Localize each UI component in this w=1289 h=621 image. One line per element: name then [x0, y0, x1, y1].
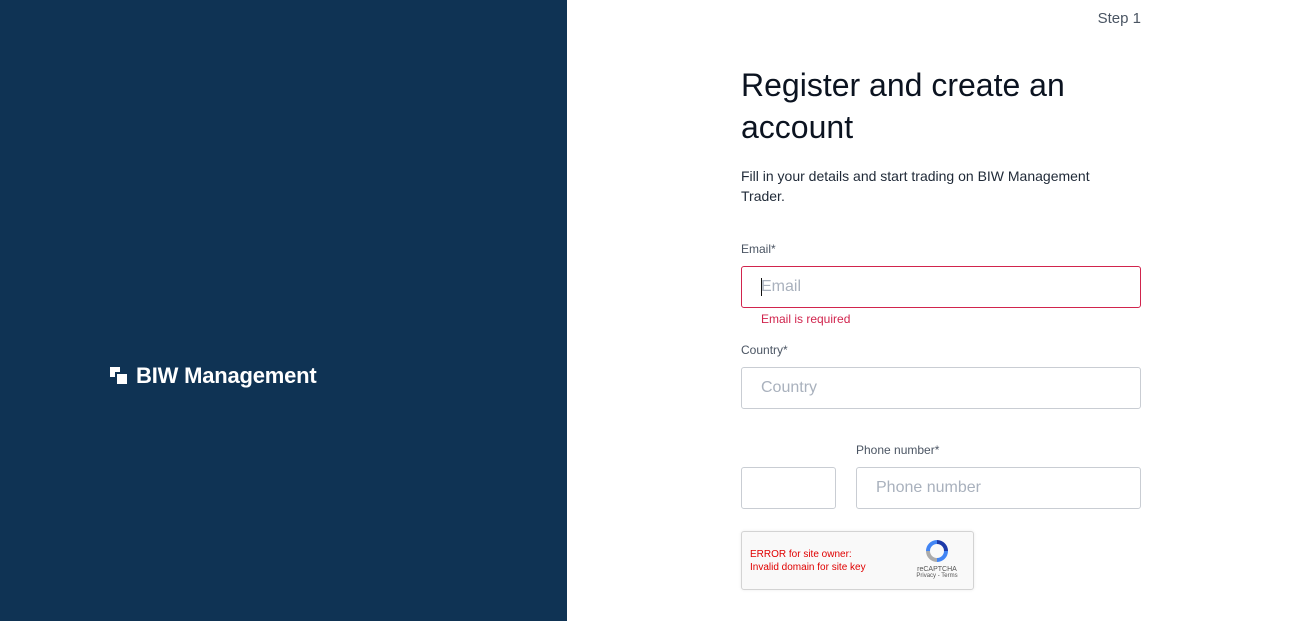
country-label-text: Country	[741, 343, 784, 357]
email-label-text: Email	[741, 242, 772, 256]
recaptcha-error-line1: ERROR for site owner:	[750, 549, 852, 560]
phone-country-code-input[interactable]	[741, 467, 836, 509]
phone-number-input[interactable]	[856, 467, 1141, 509]
phone-required-mark: *	[934, 443, 940, 457]
email-label: Email*	[741, 242, 776, 256]
brand-name: BIW Management	[136, 363, 317, 388]
recaptcha-widget[interactable]: ERROR for site owner: Invalid domain for…	[741, 531, 974, 590]
recaptcha-icon	[926, 540, 948, 562]
recaptcha-error: ERROR for site owner: Invalid domain for…	[750, 548, 866, 574]
email-required-mark: *	[771, 242, 776, 256]
recaptcha-logo: reCAPTCHA Privacy - Terms	[910, 538, 964, 579]
brand-logo-icon	[110, 367, 128, 385]
brand-panel: BIW Management	[0, 0, 567, 621]
recaptcha-error-line2: Invalid domain for site key	[750, 562, 866, 573]
page-title: Register and create an account	[741, 67, 1065, 145]
brand: BIW Management	[110, 363, 317, 389]
country-input[interactable]	[741, 367, 1141, 409]
text-cursor	[761, 278, 762, 296]
page-subtitle: Fill in your details and start trading o…	[741, 168, 1090, 204]
recaptcha-name: reCAPTCHA	[917, 566, 957, 573]
phone-label: Phone number*	[856, 443, 939, 457]
step-indicator: Step 1	[1097, 10, 1141, 27]
country-label: Country*	[741, 343, 788, 357]
email-error-message: Email is required	[761, 312, 851, 326]
phone-label-text: Phone number	[856, 443, 935, 457]
country-required-mark: *	[783, 343, 788, 357]
recaptcha-links[interactable]: Privacy - Terms	[910, 573, 964, 579]
email-input[interactable]	[741, 266, 1141, 308]
